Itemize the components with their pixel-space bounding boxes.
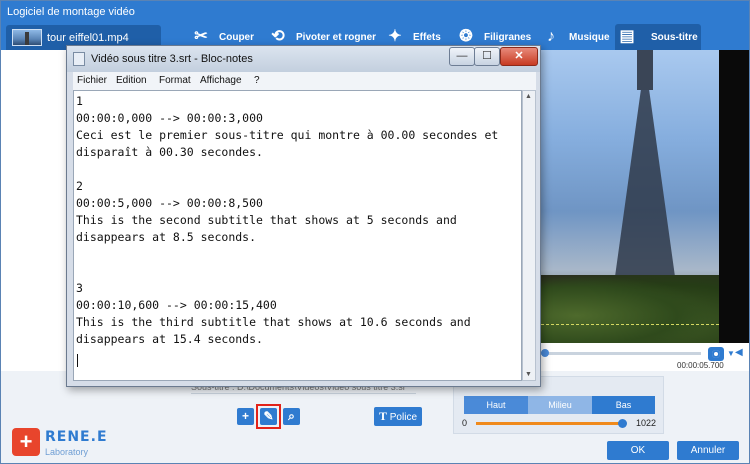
eiffel-tower-top [637, 50, 653, 90]
brand-logo: + RENE.E Laboratory [9, 425, 109, 459]
subtitle-path-divider [191, 393, 416, 394]
maximize-icon: ☐ [482, 50, 492, 62]
position-bottom-button[interactable]: Bas [592, 396, 655, 414]
timecode: 00:00:05.700 [677, 361, 724, 370]
camera-icon[interactable] [708, 347, 724, 361]
brand-subtitle: Laboratory [45, 447, 89, 457]
slider-min: 0 [462, 418, 468, 428]
notepad-icon [73, 52, 85, 66]
vertical-scrollbar[interactable]: ▲ ▼ [522, 90, 536, 381]
trees-image [541, 275, 719, 343]
plus-cross-logo-icon: + [12, 428, 40, 456]
tool-effects-label: Effets [413, 32, 441, 43]
text-line: 00:00:0,000 --> 00:00:3,000 [76, 111, 263, 125]
cancel-button[interactable]: Annuler [677, 441, 739, 460]
notepad-menubar: Fichier Edition Format Affichage ? [73, 72, 536, 90]
minimize-icon: — [456, 50, 468, 62]
subtitle-guide-line [541, 324, 719, 325]
text-line: This is the second subtitle that shows a… [76, 213, 457, 227]
text-line: 1 [76, 94, 83, 108]
text-line: disparaît à 00.30 secondes. [76, 145, 263, 159]
minimize-button[interactable]: — [449, 47, 475, 66]
brand-name: RENE.E [45, 429, 108, 445]
text-line: 2 [76, 179, 83, 193]
subtitle-icon: ▤ [619, 28, 635, 45]
volume-icon[interactable]: ◀ [735, 347, 745, 359]
font-button[interactable]: T Police [374, 407, 422, 426]
tool-subtitle-button[interactable]: ▤ Sous-titre [615, 24, 701, 50]
app-title: Logiciel de montage vidéo [7, 6, 135, 18]
tool-music-label: Musique [569, 32, 610, 43]
maximize-button[interactable]: ☐ [474, 47, 500, 66]
tool-music-button[interactable]: ♪ Musique [539, 24, 610, 50]
notepad-text-area[interactable]: 1 00:00:0,000 --> 00:00:3,000 Ceci est l… [73, 90, 522, 381]
search-icon: ⌕ [288, 409, 295, 423]
notepad-window: Vidéo sous titre 3.srt - Bloc-notes — ☐ … [66, 45, 541, 387]
file-tab-label: tour eiffel01.mp4 [47, 32, 129, 44]
app-titlebar: Logiciel de montage vidéo [1, 1, 749, 23]
chevron-down-icon[interactable]: ▼ [727, 349, 735, 358]
text-line: 3 [76, 281, 83, 295]
position-slider-knob[interactable] [618, 419, 627, 428]
text-line: disappears at 8.5 seconds. [76, 230, 257, 244]
video-thumbnail [12, 29, 42, 46]
position-middle-button[interactable]: Milieu [528, 396, 592, 414]
video-preview[interactable] [541, 50, 749, 343]
menu-format[interactable]: Format [159, 75, 191, 86]
menu-fichier[interactable]: Fichier [77, 75, 107, 86]
text-line: 00:00:10,600 --> 00:00:15,400 [76, 298, 277, 312]
tool-watermark-label: Filigranes [484, 32, 532, 43]
playback-timeline[interactable] [541, 349, 701, 357]
tool-rotate-crop-label: Pivoter et rogner [296, 32, 377, 43]
font-button-label: Police [389, 412, 418, 423]
scroll-down-icon[interactable]: ▼ [525, 371, 533, 378]
timeline-knob[interactable] [541, 349, 549, 357]
search-subtitle-button[interactable]: ⌕ [283, 408, 300, 425]
ok-button[interactable]: OK [607, 441, 669, 460]
tool-subtitle-label: Sous-titre [651, 32, 698, 43]
menu-edition[interactable]: Edition [116, 75, 147, 86]
menu-help[interactable]: ? [254, 75, 260, 86]
text-line: 00:00:5,000 --> 00:00:8,500 [76, 196, 263, 210]
text-line: This is the third subtitle that shows at… [76, 315, 471, 329]
plus-icon: + [241, 409, 249, 423]
scroll-up-icon[interactable]: ▲ [525, 93, 533, 100]
menu-affichage[interactable]: Affichage [200, 75, 242, 86]
font-icon: T [378, 409, 387, 423]
edit-button-highlight [256, 404, 281, 429]
text-caret [77, 354, 78, 367]
tool-cut-label: Couper [219, 32, 254, 43]
text-line: Ceci est le premier sous-titre qui montr… [76, 128, 499, 142]
add-subtitle-button[interactable]: + [237, 408, 254, 425]
slider-max: 1022 [636, 418, 657, 428]
position-slider[interactable] [476, 419, 627, 428]
notepad-titlebar: Vidéo sous titre 3.srt - Bloc-notes — ☐ … [67, 46, 540, 72]
position-top-button[interactable]: Haut [464, 396, 528, 414]
text-line: disappears at 15.4 seconds. [76, 332, 263, 346]
close-icon: ✕ [514, 50, 524, 62]
notepad-title: Vidéo sous titre 3.srt - Bloc-notes [91, 53, 253, 65]
music-icon: ♪ [547, 28, 555, 45]
close-button[interactable]: ✕ [500, 47, 538, 66]
